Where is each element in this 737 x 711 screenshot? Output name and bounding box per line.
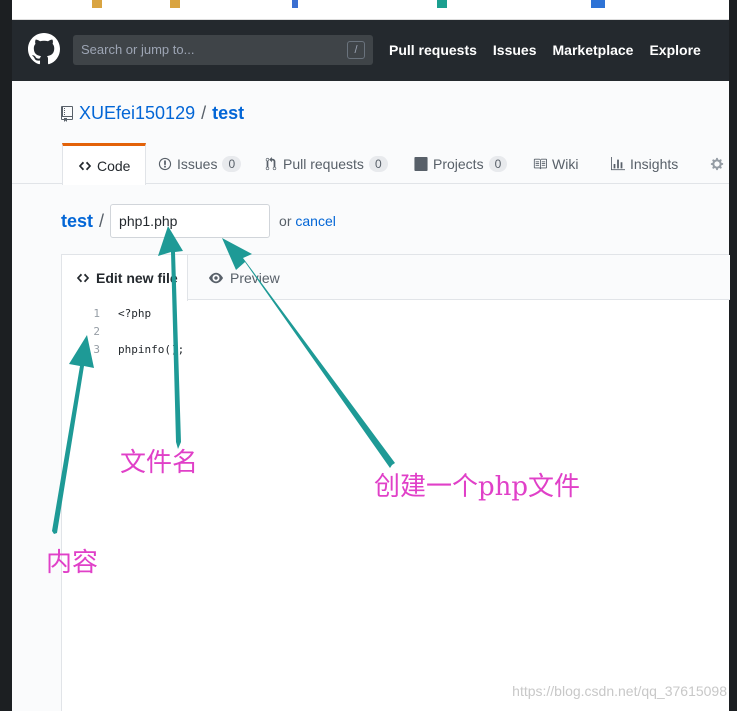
nav-issues[interactable]: Issues bbox=[493, 42, 537, 58]
tab-pull-requests[interactable]: Pull requests 0 bbox=[264, 143, 388, 184]
tab-insights[interactable]: Insights bbox=[611, 143, 678, 184]
edit-tab-label: Edit new file bbox=[96, 270, 178, 286]
filename-input[interactable] bbox=[110, 204, 271, 238]
cancel-link[interactable]: cancel bbox=[295, 213, 335, 229]
repo-icon bbox=[61, 105, 73, 122]
bookmark-icon bbox=[437, 0, 447, 8]
nav-explore[interactable]: Explore bbox=[649, 42, 700, 58]
tab-issues[interactable]: Issues 0 bbox=[158, 143, 242, 184]
nav-pull-requests[interactable]: Pull requests bbox=[389, 42, 477, 58]
editor-tabs: Edit new file Preview bbox=[62, 255, 730, 301]
graph-icon bbox=[611, 156, 625, 170]
project-icon bbox=[414, 156, 428, 171]
or-text: or bbox=[279, 213, 292, 229]
tab-label: Wiki bbox=[552, 155, 579, 172]
tab-code[interactable]: Code bbox=[62, 143, 147, 185]
tab-label: Projects bbox=[433, 155, 484, 172]
search-placeholder: Search or jump to... bbox=[81, 42, 195, 57]
bookmark-icon bbox=[292, 0, 298, 8]
issue-icon bbox=[158, 157, 172, 170]
bookmark-icon bbox=[170, 0, 180, 8]
code-icon bbox=[76, 273, 90, 283]
github-logo-icon[interactable] bbox=[28, 33, 60, 65]
line-text: phpinfo(); bbox=[118, 343, 185, 356]
tab-edit-new-file[interactable]: Edit new file bbox=[62, 255, 188, 301]
site-header: Search or jump to... / Pull requests Iss… bbox=[12, 20, 729, 81]
line-number: 1 bbox=[93, 307, 100, 320]
window-frame-left bbox=[0, 0, 12, 711]
tab-label: Issues bbox=[177, 155, 218, 172]
cancel-group: or cancel bbox=[279, 213, 336, 229]
bookmark-icon bbox=[591, 0, 605, 8]
tab-preview[interactable]: Preview bbox=[208, 255, 280, 300]
line-text: <?php bbox=[118, 307, 152, 320]
tab-label: Code bbox=[97, 157, 131, 174]
eye-icon bbox=[209, 272, 223, 283]
path-repo-link[interactable]: test bbox=[61, 211, 93, 232]
repo-name-link[interactable]: test bbox=[212, 103, 244, 124]
line-number: 2 bbox=[93, 325, 100, 338]
path-separator: / bbox=[99, 210, 105, 231]
nav-marketplace[interactable]: Marketplace bbox=[553, 42, 634, 58]
code-icon bbox=[78, 161, 92, 170]
tab-projects[interactable]: Projects 0 bbox=[414, 143, 508, 184]
tab-label: Insights bbox=[630, 155, 679, 172]
tab-settings[interactable] bbox=[710, 143, 724, 184]
annotation-create-php-file: 创建一个php文件 bbox=[374, 472, 581, 502]
browser-top-strip bbox=[0, 0, 737, 20]
search-shortcut-key: / bbox=[347, 41, 365, 59]
tab-wiki[interactable]: Wiki bbox=[533, 143, 578, 184]
window-frame-right bbox=[729, 0, 737, 711]
tab-counter: 0 bbox=[488, 155, 508, 172]
tab-label: Pull requests bbox=[283, 155, 364, 172]
search-input[interactable]: Search or jump to... / bbox=[73, 35, 373, 65]
annotation-filename: 文件名 bbox=[120, 448, 199, 478]
header-nav: Pull requests Issues Marketplace Explore bbox=[389, 42, 701, 58]
annotation-content: 内容 bbox=[46, 548, 99, 578]
book-icon bbox=[533, 158, 547, 169]
watermark: https://blog.csdn.net/qq_37615098 bbox=[512, 683, 727, 699]
pull-request-icon bbox=[265, 156, 277, 170]
preview-tab-label: Preview bbox=[230, 269, 280, 286]
tab-counter: 0 bbox=[368, 155, 388, 172]
repo-title: XUEfei150129 / test bbox=[60, 103, 244, 124]
repo-owner-link[interactable]: XUEfei150129 bbox=[79, 103, 195, 124]
line-number: 3 bbox=[93, 343, 100, 356]
bookmark-icon bbox=[92, 0, 102, 8]
repo-separator: / bbox=[201, 103, 207, 123]
gear-icon bbox=[710, 157, 724, 170]
file-path-bar: test / or cancel bbox=[61, 204, 336, 238]
tab-counter: 0 bbox=[222, 155, 242, 172]
repo-tabs: Code Issues 0 Pull requests 0 Projects 0… bbox=[12, 143, 729, 185]
